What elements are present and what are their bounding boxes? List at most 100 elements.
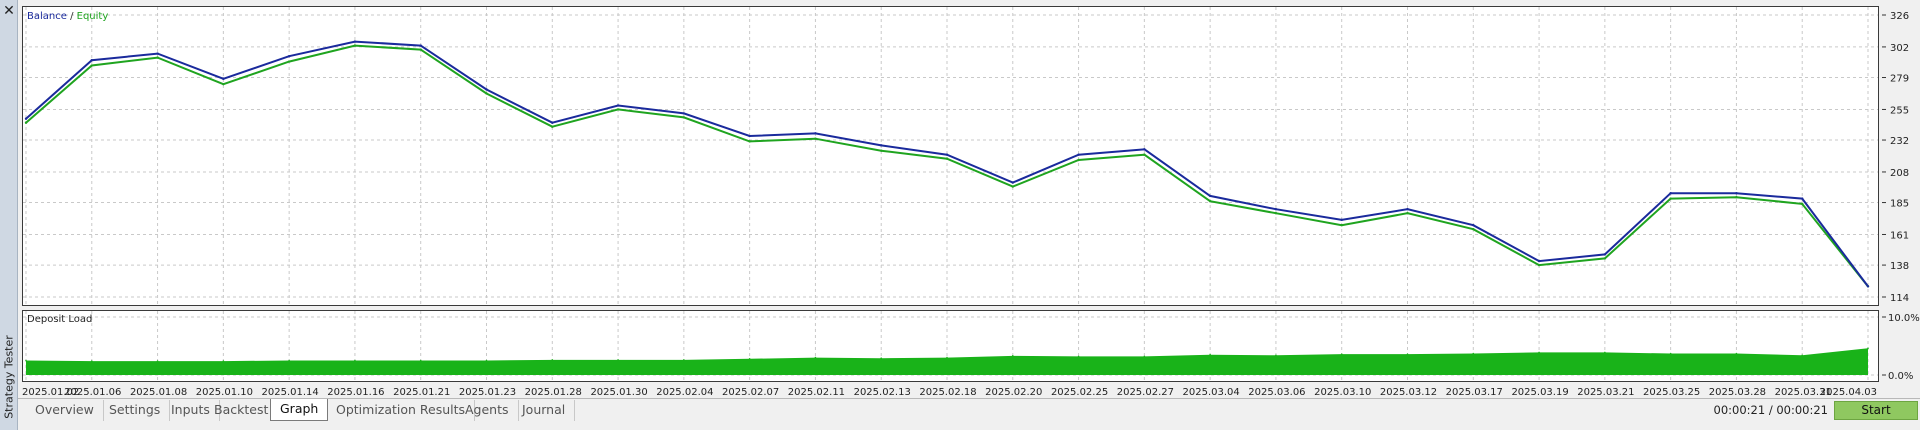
- x-tick-label: 2025.02.25: [1051, 387, 1108, 398]
- equity-point: [156, 56, 159, 59]
- equity-point: [1735, 196, 1738, 199]
- tab-graph[interactable]: Graph: [270, 399, 329, 421]
- load-y-tick-label: 0.0%: [1888, 371, 1913, 382]
- y-tick-label: 185: [1890, 199, 1909, 210]
- tab-agents[interactable]: Agents: [456, 400, 519, 421]
- close-icon[interactable]: ✕: [1, 3, 17, 19]
- deposit-load-area: [26, 348, 1868, 375]
- deposit-load-point: [1406, 353, 1409, 355]
- balance-point: [1077, 153, 1080, 156]
- tab-overview[interactable]: Overview: [26, 400, 104, 421]
- y-tick-label: 232: [1890, 136, 1909, 147]
- deposit-load-point: [156, 360, 159, 362]
- deposit-load-point: [748, 357, 751, 360]
- deposit-load-point: [683, 359, 685, 361]
- x-tick-label: 2025.02.18: [919, 387, 976, 398]
- deposit-load-y-axis: 10.0% 0.0%: [1882, 313, 1920, 382]
- load-series: [25, 347, 1869, 375]
- x-tick-label: 2025.03.25: [1643, 387, 1700, 398]
- balance-point: [1669, 192, 1672, 195]
- equity-point: [551, 125, 554, 128]
- deposit-load-plot: Deposit Load: [23, 311, 1878, 381]
- balance-point: [1208, 194, 1212, 198]
- equity-point: [90, 64, 93, 67]
- x-tick-label: 2025.01.23: [459, 387, 516, 398]
- tab-journal[interactable]: Journal: [513, 400, 576, 421]
- balance-y-axis: 326 302 279 255 232 208 185 161 138 114: [1882, 11, 1909, 304]
- deposit-load-point: [222, 360, 225, 362]
- balance-point: [1340, 218, 1343, 222]
- equity-point: [353, 44, 357, 47]
- balance-point: [1603, 253, 1607, 256]
- x-tick-label: 2025.03.21: [1577, 387, 1634, 398]
- balance-point: [551, 121, 554, 124]
- start-button[interactable]: Start: [1834, 401, 1918, 420]
- y-tick-label: 255: [1890, 105, 1909, 116]
- x-tick-label: 2025.03.28: [1709, 387, 1766, 398]
- y-tick-label: 326: [1890, 11, 1909, 22]
- deposit-load-chart[interactable]: Deposit Load: [22, 310, 1879, 382]
- x-tick-label: 2025.02.11: [788, 387, 845, 398]
- deposit-load-point: [880, 357, 883, 359]
- balance-point: [90, 59, 93, 62]
- y-tick-label: 161: [1890, 230, 1909, 241]
- deposit-load-point: [1472, 352, 1475, 355]
- x-tick-label: 2025.02.27: [1117, 387, 1174, 398]
- chart-legend: Balance / Equity: [27, 11, 108, 22]
- legend-equity: Equity: [77, 11, 109, 22]
- balance-equity-chart[interactable]: Balance / Equity: [22, 6, 1879, 306]
- equity-point: [1011, 185, 1014, 188]
- balance-point: [682, 112, 686, 115]
- equity-point: [880, 149, 883, 152]
- x-tick-label: 2025.01.06: [64, 387, 121, 398]
- legend-balance: Balance: [27, 11, 67, 22]
- deposit-load-point: [814, 356, 817, 359]
- equity-point: [1208, 200, 1212, 203]
- deposit-load-point: [1209, 353, 1211, 356]
- equity-point: [1340, 223, 1343, 227]
- deposit-load-point: [485, 359, 488, 362]
- equity-point: [24, 121, 28, 124]
- equity-point: [814, 137, 817, 140]
- x-tick-label: 2025.01.14: [262, 387, 319, 398]
- balance-point: [1472, 223, 1475, 227]
- balance-point: [419, 44, 422, 47]
- tester-tabbar: Overview Settings Inputs Backtest Graph Optim…: [18, 398, 1920, 422]
- x-tick-label: 2025.02.07: [722, 387, 779, 398]
- deposit-load-title: Deposit Load: [27, 314, 92, 325]
- deposit-load-point: [90, 360, 93, 362]
- x-tick-label: 2025.01.21: [393, 387, 450, 398]
- balance-point: [1011, 181, 1014, 184]
- elapsed-timer: 00:00:21 / 00:00:21: [1713, 403, 1828, 417]
- equity-point: [1669, 197, 1672, 200]
- date-axis: 2025.01.022025.01.06 2025.01.08 2025.01.10…: [22, 387, 1877, 398]
- equity-point: [287, 60, 291, 63]
- balance-point: [1274, 208, 1278, 211]
- balance-point: [880, 144, 883, 147]
- tab-optimization-results[interactable]: Optimization Results: [327, 400, 476, 421]
- load-y-tick-label: 10.0%: [1888, 313, 1920, 324]
- x-tick-label: 2025.03.12: [1380, 387, 1437, 398]
- tab-settings[interactable]: Settings: [100, 400, 171, 421]
- deposit-load-point: [1538, 351, 1540, 354]
- x-tick-label: 2025.03.17: [1446, 387, 1503, 398]
- x-tick-label: 2025.01.30: [590, 387, 647, 398]
- x-tick-label: 2025.02.13: [854, 387, 911, 398]
- x-tick-label: 2025.04.03: [1820, 387, 1877, 398]
- deposit-load-point: [551, 359, 554, 361]
- balance-point: [748, 134, 751, 138]
- deposit-load-point: [1143, 355, 1146, 358]
- y-tick-label: 138: [1890, 261, 1909, 272]
- balance-equity-plot: Balance / Equity: [23, 7, 1878, 305]
- equity-point: [748, 140, 751, 143]
- tab-backtest[interactable]: Backtest: [205, 400, 279, 421]
- x-tick-label: 2025.01.08: [130, 387, 187, 398]
- side-strip: ✕ Strategy Tester: [0, 0, 18, 430]
- equity-point: [485, 92, 488, 95]
- deposit-load-point: [1801, 354, 1804, 357]
- deposit-load-point: [1340, 353, 1343, 355]
- deposit-load-point: [25, 359, 27, 362]
- equity-point: [1603, 257, 1607, 260]
- x-tick-label: 2025.01.10: [196, 387, 253, 398]
- x-tick-label: 2025.02.20: [985, 387, 1042, 398]
